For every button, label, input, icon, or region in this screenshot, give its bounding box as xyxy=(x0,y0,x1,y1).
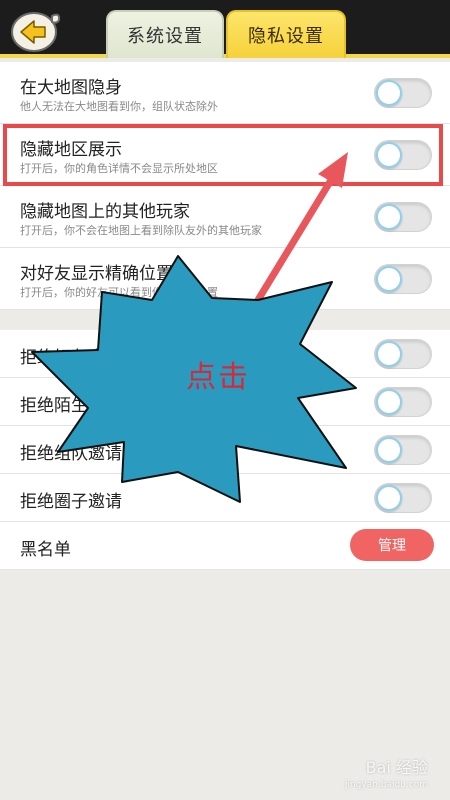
location-privacy-section: 在大地图隐身 他人无法在大地图看到你，组队状态除外 隐藏地区展示 打开后，你的角… xyxy=(0,62,450,310)
setting-title: 在大地图隐身 xyxy=(20,78,122,98)
precise-location-toggle[interactable] xyxy=(374,264,432,294)
setting-description: 打开后，你的好友可以看到你的精确位置 xyxy=(20,286,218,299)
setting-row-hide-other-players: 隐藏地图上的其他玩家 打开后，你不会在地图上看到除队友外的其他玩家 xyxy=(0,186,450,248)
setting-title: 拒绝陌生人消息 xyxy=(20,396,139,416)
toggle-knob xyxy=(376,204,402,230)
toggle-knob xyxy=(376,80,402,106)
highlight-box xyxy=(3,124,443,186)
reject-circle-invites-toggle[interactable] xyxy=(374,483,432,513)
section-divider xyxy=(0,310,450,330)
reject-team-invites-toggle[interactable] xyxy=(374,435,432,465)
setting-row-reject-team-invites: 拒绝组队邀请 xyxy=(0,426,450,474)
setting-row-map-invisible: 在大地图隐身 他人无法在大地图看到你，组队状态除外 xyxy=(0,62,450,124)
setting-row-reject-circle-invites: 拒绝圈子邀请 xyxy=(0,474,450,522)
toggle-knob xyxy=(376,437,402,463)
toggle-knob xyxy=(376,389,402,415)
setting-title: 对好友显示精确位置 xyxy=(20,264,173,284)
toggle-knob xyxy=(376,485,402,511)
toggle-knob xyxy=(376,341,402,367)
setting-title: 拒绝组队邀请 xyxy=(20,444,122,464)
setting-description: 他人无法在大地图看到你，组队状态除外 xyxy=(20,100,218,113)
setting-row-precise-location: 对好友显示精确位置 打开后，你的好友可以看到你的精确位置 xyxy=(0,248,450,310)
hide-other-players-toggle[interactable] xyxy=(374,202,432,232)
back-button[interactable] xyxy=(10,8,64,54)
setting-title: 拒绝圈子邀请 xyxy=(20,492,122,512)
setting-description: 打开后，你不会在地图上看到除队友外的其他玩家 xyxy=(20,224,262,237)
toggle-knob xyxy=(376,266,402,292)
map-invisible-toggle[interactable] xyxy=(374,78,432,108)
watermark: Bai 经验 xyxy=(365,758,428,777)
reject-stranger-messages-toggle[interactable] xyxy=(374,387,432,417)
setting-title: 黑名单 xyxy=(20,540,71,560)
tab-privacy-settings[interactable]: 隐私设置 xyxy=(226,10,346,58)
reject-friend-requests-toggle[interactable] xyxy=(374,339,432,369)
click-annotation-label: 点击 xyxy=(186,360,250,395)
setting-title: 拒绝好友申请 xyxy=(20,348,122,368)
tab-label: 隐私设置 xyxy=(248,26,324,47)
watermark-url: jingyan.baidu.com xyxy=(344,780,428,790)
tab-system-settings[interactable]: 系统设置 xyxy=(106,10,224,58)
manage-blacklist-button[interactable]: 管理 xyxy=(350,529,434,561)
back-arrow-icon xyxy=(11,12,61,52)
tab-label: 系统设置 xyxy=(127,26,203,47)
setting-row-blacklist: 黑名单 管理 xyxy=(0,522,450,570)
setting-title: 隐藏地图上的其他玩家 xyxy=(20,202,190,222)
top-bar: 系统设置 隐私设置 xyxy=(0,0,450,58)
